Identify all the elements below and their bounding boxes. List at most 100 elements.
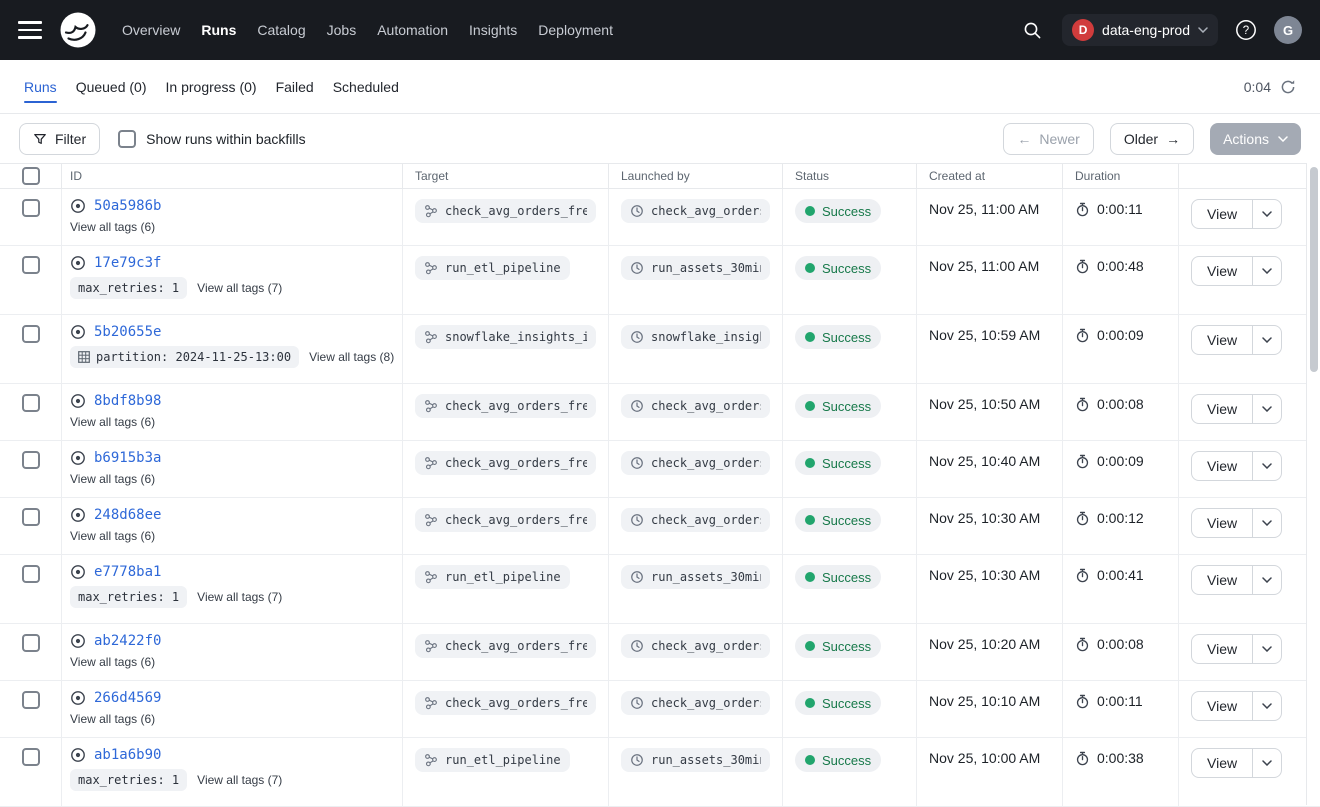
row-checkbox[interactable]: [22, 508, 40, 526]
row-checkbox[interactable]: [22, 451, 40, 469]
launched-by-tag[interactable]: check_avg_orders_f…: [621, 634, 770, 658]
run-id-link[interactable]: ab2422f0: [94, 633, 161, 649]
tab-failed[interactable]: Failed: [276, 79, 314, 95]
launched-by-tag[interactable]: run_assets_30min: [621, 565, 770, 589]
launched-by-tag[interactable]: check_avg_orders_f…: [621, 691, 770, 715]
row-checkbox[interactable]: [22, 691, 40, 709]
row-checkbox[interactable]: [22, 394, 40, 412]
backfills-toggle[interactable]: Show runs within backfills: [118, 130, 306, 148]
target-tag[interactable]: run_etl_pipeline: [415, 565, 570, 589]
launched-by-tag[interactable]: snowflake_insights_…: [621, 325, 770, 349]
row-checkbox[interactable]: [22, 199, 40, 217]
view-all-tags-link[interactable]: View all tags (6): [70, 472, 155, 486]
row-checkbox[interactable]: [22, 748, 40, 766]
view-all-tags-link[interactable]: View all tags (8): [309, 350, 394, 364]
scrollbar-track[interactable]: [1306, 163, 1320, 805]
row-checkbox[interactable]: [22, 634, 40, 652]
user-avatar[interactable]: G: [1274, 16, 1302, 44]
run-id-link[interactable]: 266d4569: [94, 690, 161, 706]
tab-queued-0[interactable]: Queued (0): [76, 79, 147, 95]
row-checkbox[interactable]: [22, 256, 40, 274]
view-run-button[interactable]: View: [1191, 451, 1253, 481]
hamburger-menu-icon[interactable]: [18, 17, 42, 43]
view-all-tags-link[interactable]: View all tags (7): [197, 281, 282, 295]
target-tag[interactable]: check_avg_orders_freshne: [415, 394, 596, 418]
view-dropdown-button[interactable]: [1252, 394, 1282, 424]
target-tag[interactable]: run_etl_pipeline: [415, 748, 570, 772]
view-dropdown-button[interactable]: [1252, 256, 1282, 286]
target-tag[interactable]: check_avg_orders_freshne: [415, 508, 596, 532]
view-all-tags-link[interactable]: View all tags (6): [70, 712, 155, 726]
row-checkbox[interactable]: [22, 565, 40, 583]
view-dropdown-button[interactable]: [1252, 565, 1282, 595]
view-all-tags-link[interactable]: View all tags (6): [70, 415, 155, 429]
launched-by-tag[interactable]: check_avg_orders_f…: [621, 451, 770, 475]
run-id-link[interactable]: 8bdf8b98: [94, 393, 161, 409]
deployment-switcher[interactable]: D data-eng-prod: [1062, 14, 1218, 46]
view-dropdown-button[interactable]: [1252, 199, 1282, 229]
run-tag-pill[interactable]: max_retries: 1: [70, 586, 187, 608]
row-checkbox[interactable]: [22, 325, 40, 343]
view-run-button[interactable]: View: [1191, 256, 1253, 286]
target-tag[interactable]: check_avg_orders_freshne: [415, 199, 596, 223]
nav-item-deployment[interactable]: Deployment: [538, 22, 613, 38]
select-all-checkbox[interactable]: [22, 167, 40, 185]
launched-by-tag[interactable]: run_assets_30min: [621, 748, 770, 772]
target-tag[interactable]: check_avg_orders_freshne: [415, 451, 596, 475]
view-dropdown-button[interactable]: [1252, 325, 1282, 355]
launched-by-tag[interactable]: run_assets_30min: [621, 256, 770, 280]
scrollbar-thumb[interactable]: [1310, 167, 1318, 372]
target-tag[interactable]: check_avg_orders_freshne: [415, 691, 596, 715]
nav-item-automation[interactable]: Automation: [377, 22, 448, 38]
view-run-button[interactable]: View: [1191, 634, 1253, 664]
tab-runs[interactable]: Runs: [24, 79, 57, 95]
older-button[interactable]: Older →: [1110, 123, 1194, 155]
filter-button[interactable]: Filter: [19, 123, 100, 155]
view-all-tags-link[interactable]: View all tags (6): [70, 529, 155, 543]
view-run-button[interactable]: View: [1191, 565, 1253, 595]
view-run-button[interactable]: View: [1191, 691, 1253, 721]
view-all-tags-link[interactable]: View all tags (6): [70, 655, 155, 669]
tab-in-progress-0[interactable]: In progress (0): [166, 79, 257, 95]
nav-item-runs[interactable]: Runs: [201, 22, 236, 38]
view-all-tags-link[interactable]: View all tags (7): [197, 590, 282, 604]
view-run-button[interactable]: View: [1191, 394, 1253, 424]
backfills-checkbox[interactable]: [118, 130, 136, 148]
view-run-button[interactable]: View: [1191, 748, 1253, 778]
dagster-logo[interactable]: [58, 10, 98, 50]
view-dropdown-button[interactable]: [1252, 691, 1282, 721]
nav-item-overview[interactable]: Overview: [122, 22, 180, 38]
launched-by-tag[interactable]: check_avg_orders_f…: [621, 199, 770, 223]
run-id-link[interactable]: 50a5986b: [94, 198, 161, 214]
view-all-tags-link[interactable]: View all tags (7): [197, 773, 282, 787]
run-id-link[interactable]: ab1a6b90: [94, 747, 161, 763]
nav-item-catalog[interactable]: Catalog: [257, 22, 305, 38]
target-tag[interactable]: snowflake_insights_import: [415, 325, 596, 349]
run-id-link[interactable]: b6915b3a: [94, 450, 161, 466]
view-dropdown-button[interactable]: [1252, 508, 1282, 538]
run-tag-pill[interactable]: max_retries: 1: [70, 277, 187, 299]
help-icon[interactable]: ?: [1233, 17, 1259, 43]
view-run-button[interactable]: View: [1191, 325, 1253, 355]
run-tag-pill[interactable]: max_retries: 1: [70, 769, 187, 791]
view-dropdown-button[interactable]: [1252, 451, 1282, 481]
view-run-button[interactable]: View: [1191, 508, 1253, 538]
run-id-link[interactable]: e7778ba1: [94, 564, 161, 580]
view-dropdown-button[interactable]: [1252, 748, 1282, 778]
run-id-link[interactable]: 17e79c3f: [94, 255, 161, 271]
view-run-button[interactable]: View: [1191, 199, 1253, 229]
run-tag-pill[interactable]: partition: 2024-11-25-13:00: [70, 346, 299, 368]
target-tag[interactable]: check_avg_orders_freshne: [415, 634, 596, 658]
view-dropdown-button[interactable]: [1252, 634, 1282, 664]
nav-item-jobs[interactable]: Jobs: [327, 22, 357, 38]
run-id-link[interactable]: 5b20655e: [94, 324, 161, 340]
actions-button[interactable]: Actions: [1210, 123, 1301, 155]
target-tag[interactable]: run_etl_pipeline: [415, 256, 570, 280]
nav-item-insights[interactable]: Insights: [469, 22, 517, 38]
launched-by-tag[interactable]: check_avg_orders_f…: [621, 394, 770, 418]
refresh-icon[interactable]: [1280, 79, 1296, 95]
run-id-link[interactable]: 248d68ee: [94, 507, 161, 523]
newer-button[interactable]: ← Newer: [1003, 123, 1093, 155]
search-icon[interactable]: [1017, 15, 1047, 45]
tab-scheduled[interactable]: Scheduled: [333, 79, 399, 95]
